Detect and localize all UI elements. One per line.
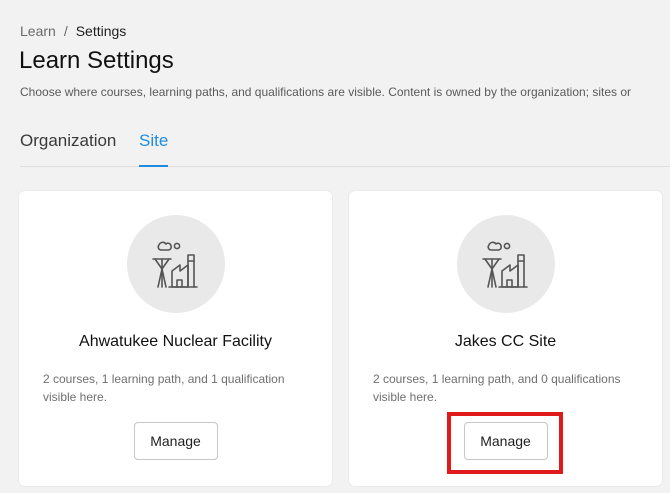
site-summary: 2 courses, 1 learning path, and 0 qualif… <box>373 372 621 404</box>
breadcrumb-current: Settings <box>75 23 127 39</box>
tab-site[interactable]: Site <box>139 130 169 167</box>
manage-button[interactable]: Manage <box>463 422 548 460</box>
site-card: Ahwatukee Nuclear Facility 2 courses, 1 … <box>19 191 332 486</box>
site-name: Ahwatukee Nuclear Facility <box>79 333 272 350</box>
factory-icon <box>126 215 225 313</box>
breadcrumb: Learn / Settings <box>20 22 126 40</box>
breadcrumb-separator: / <box>63 23 68 39</box>
active-tab-indicator <box>139 165 169 167</box>
page-title: Learn Settings <box>19 47 174 74</box>
site-name: Jakes CC Site <box>454 333 557 350</box>
factory-icon <box>456 215 555 313</box>
site-card: Jakes CC Site 2 courses, 1 learning path… <box>349 191 662 486</box>
tab-site-label: Site <box>139 131 169 150</box>
page-description: Choose where courses, learning paths, an… <box>20 85 632 99</box>
tab-bar: Organization Site <box>20 130 670 167</box>
site-summary: 2 courses, 1 learning path, and 1 qualif… <box>43 372 285 404</box>
tab-organization-label: Organization <box>20 131 117 150</box>
breadcrumb-learn-link[interactable]: Learn <box>20 22 56 40</box>
manage-button[interactable]: Manage <box>133 422 218 460</box>
tab-organization[interactable]: Organization <box>20 130 116 152</box>
